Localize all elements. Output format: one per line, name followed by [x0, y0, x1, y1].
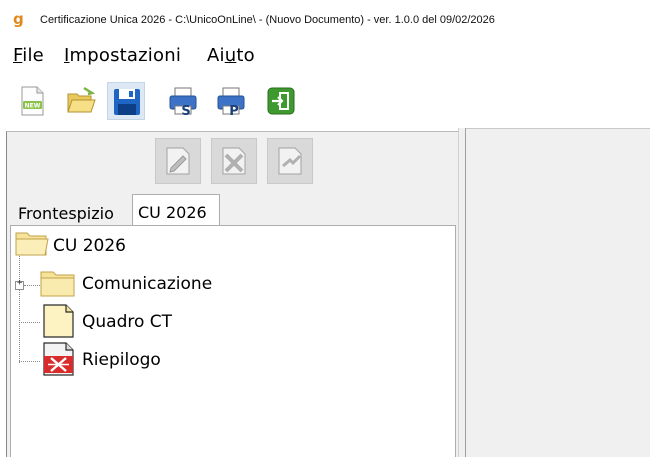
print-s-button[interactable]: S: [164, 82, 202, 120]
title-bar: g Certificazione Unica 2026 - C:\UnicoOn…: [0, 0, 650, 40]
document-icon: [43, 304, 74, 338]
tree-connector: [24, 285, 40, 286]
tab-cu-2026[interactable]: CU 2026: [132, 194, 220, 226]
menu-aiuto-pre: Ai: [207, 45, 225, 66]
confirm-button[interactable]: [267, 138, 313, 184]
tree-node-riepilogo[interactable]: Riepilogo: [40, 342, 240, 376]
menu-file-accel: F: [13, 45, 23, 66]
document-tree[interactable]: CU 2026 + Comunicazione Quadro CT Riepil…: [10, 225, 456, 457]
tree-expander[interactable]: +: [15, 278, 24, 290]
tab-cu-2026-label: CU 2026: [138, 203, 207, 222]
tree-node-quadro-ct[interactable]: Quadro CT: [40, 304, 240, 338]
new-document-icon: NEW: [21, 86, 44, 116]
panel-splitter[interactable]: [458, 128, 466, 457]
tree-comunicazione-label: Comunicazione: [82, 274, 213, 294]
app-logo-icon: g: [13, 10, 24, 28]
tree-quadro-ct-label: Quadro CT: [82, 312, 173, 332]
main-toolbar: NEW S P: [0, 76, 650, 126]
menu-aiuto-accel: u: [224, 45, 237, 66]
tree-node-root[interactable]: CU 2026: [15, 228, 175, 262]
open-folder-button[interactable]: [62, 82, 100, 120]
new-badge: NEW: [25, 103, 41, 110]
open-folder-icon: [67, 86, 96, 113]
expander-plus-icon: +: [17, 278, 23, 288]
menu-aiuto-post: to: [236, 45, 255, 66]
delete-button[interactable]: [211, 138, 257, 184]
tree-riepilogo-label: Riepilogo: [82, 350, 161, 370]
menu-impostazioni[interactable]: Impostazioni: [64, 45, 181, 66]
exit-icon: [267, 87, 295, 115]
menu-aiuto[interactable]: Aiuto: [207, 45, 255, 66]
save-floppy-icon: [114, 89, 140, 115]
folder-icon: [40, 271, 75, 297]
tree-connector: [19, 252, 20, 363]
save-button[interactable]: [107, 82, 145, 120]
exit-button[interactable]: [262, 82, 300, 120]
edit-icon: [166, 147, 190, 175]
tree-connector: [19, 322, 40, 323]
left-panel: Frontespizio CU 2026 CU 2026 + Comunicaz…: [6, 131, 458, 457]
window-title: Certificazione Unica 2026 - C:\UnicoOnLi…: [40, 14, 495, 26]
folder-open-icon: [15, 232, 49, 256]
new-document-button[interactable]: NEW: [13, 82, 51, 120]
tree-connector: [19, 361, 40, 362]
menu-impostazioni-rest: mpostazioni: [69, 45, 182, 66]
edit-toolbar: [155, 138, 325, 184]
tab-frontespizio-label: Frontespizio: [18, 204, 114, 223]
print-s-letter: S: [181, 104, 190, 117]
print-p-button[interactable]: P: [212, 82, 250, 120]
edit-button[interactable]: [155, 138, 201, 184]
menu-bar: File Impostazioni Aiuto: [0, 42, 650, 70]
right-panel: [466, 128, 650, 457]
tab-frontespizio[interactable]: Frontespizio: [13, 200, 132, 226]
tree-root-label: CU 2026: [53, 236, 126, 256]
print-p-icon: P: [217, 87, 245, 117]
document-error-icon: [43, 342, 74, 376]
tree-node-comunicazione[interactable]: Comunicazione: [40, 266, 240, 300]
delete-icon: [222, 147, 246, 175]
menu-file-rest: ile: [22, 45, 44, 66]
print-s-icon: S: [169, 87, 197, 117]
print-p-letter: P: [229, 104, 239, 117]
confirm-icon: [278, 147, 302, 175]
menu-file[interactable]: File: [13, 45, 44, 66]
